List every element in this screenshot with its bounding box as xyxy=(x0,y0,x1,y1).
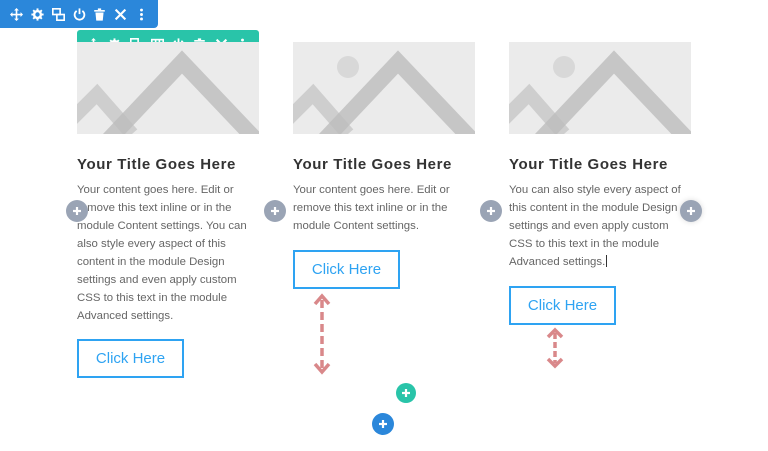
image-placeholder-icon xyxy=(293,50,475,134)
duplicate-icon[interactable] xyxy=(48,0,69,28)
plus-icon xyxy=(73,207,81,215)
image-placeholder[interactable] xyxy=(293,42,475,134)
image-placeholder-icon xyxy=(509,50,691,134)
column-1: Your Title Goes Here Your content goes h… xyxy=(77,42,259,325)
text-cursor xyxy=(606,255,608,267)
close-icon[interactable] xyxy=(110,0,131,28)
module-body-text[interactable]: Your content goes here. Edit or remove t… xyxy=(293,181,475,235)
module-title[interactable]: Your Title Goes Here xyxy=(77,156,259,174)
spacing-arrow-icon xyxy=(313,293,331,375)
add-row-button[interactable] xyxy=(396,383,416,403)
module-body-text[interactable]: You can also style every aspect of this … xyxy=(509,181,691,271)
plus-icon xyxy=(379,420,387,428)
plus-icon xyxy=(487,207,495,215)
module-body-text[interactable]: Your content goes here. Edit or remove t… xyxy=(77,181,259,325)
column-2: Your Title Goes Here Your content goes h… xyxy=(293,42,475,235)
add-section-button[interactable] xyxy=(372,413,394,435)
image-placeholder[interactable] xyxy=(509,42,691,134)
move-icon[interactable] xyxy=(6,0,27,28)
add-module-button[interactable] xyxy=(66,200,88,222)
image-placeholder[interactable] xyxy=(77,42,259,134)
more-icon[interactable] xyxy=(131,0,152,28)
section-toolbar xyxy=(0,0,158,28)
gear-icon[interactable] xyxy=(27,0,48,28)
column-3: Your Title Goes Here You can also style … xyxy=(509,42,691,271)
spacing-arrow-icon xyxy=(546,327,564,369)
plus-icon xyxy=(271,207,279,215)
click-here-button[interactable]: Click Here xyxy=(509,286,616,325)
module-body-text-content: You can also style every aspect of this … xyxy=(509,184,681,268)
image-placeholder-icon xyxy=(77,50,259,134)
trash-icon[interactable] xyxy=(89,0,110,28)
plus-icon xyxy=(402,389,410,397)
add-module-button[interactable] xyxy=(680,200,702,222)
add-module-button[interactable] xyxy=(264,200,286,222)
click-here-button[interactable]: Click Here xyxy=(293,250,400,289)
click-here-button[interactable]: Click Here xyxy=(77,339,184,378)
power-icon[interactable] xyxy=(69,0,90,28)
module-title[interactable]: Your Title Goes Here xyxy=(509,156,691,174)
plus-icon xyxy=(687,207,695,215)
module-title[interactable]: Your Title Goes Here xyxy=(293,156,475,174)
add-module-button[interactable] xyxy=(480,200,502,222)
